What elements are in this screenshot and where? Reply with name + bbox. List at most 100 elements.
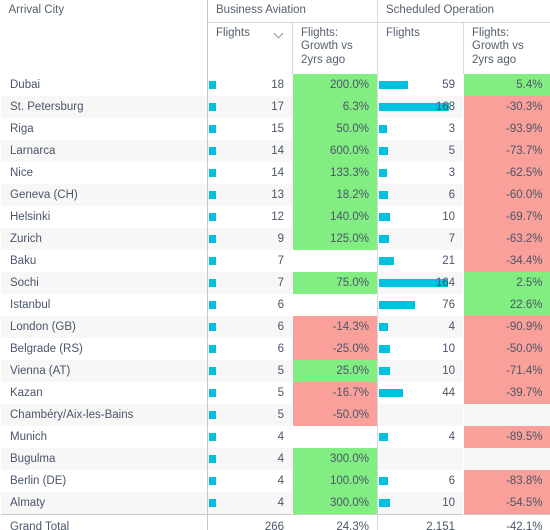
flight-count: 5 [277, 409, 284, 421]
cell-ba-flights: 6 [207, 338, 293, 360]
cell-arrival-city[interactable]: Berlin (DE) [0, 470, 208, 492]
cell-ba-flights: 4 [207, 448, 293, 470]
flight-count: 18 [271, 79, 284, 91]
cell-arrival-city[interactable]: Larnarca [0, 140, 208, 162]
cell-arrival-city[interactable]: Nice [0, 162, 208, 184]
table-row: Baku 7 21 -34.4% [0, 250, 550, 272]
cell-arrival-city[interactable]: Zurich [0, 228, 208, 250]
flight-count: 59 [442, 79, 455, 91]
group-label-scheduled-operation: Scheduled Operation [386, 4, 495, 16]
cell-arrival-city[interactable]: St. Petersburg [0, 96, 208, 118]
cell-so-growth: -89.5% [463, 426, 550, 448]
flight-count: 168 [435, 101, 455, 113]
value-bar [379, 433, 388, 441]
cell-ba-growth: 75.0% [292, 272, 378, 294]
group-header-business-aviation[interactable]: Business Aviation [207, 0, 378, 23]
flight-count: 4 [277, 431, 284, 443]
value-bar [379, 257, 394, 265]
flight-count: 44 [442, 387, 455, 399]
table-row: Berlin (DE) 4 100.0% 6 -83.8% [0, 470, 550, 492]
table-row: Belgrade (RS) 6 -25.0% 10 -50.0% [0, 338, 550, 360]
table-row: Zurich 9 125.0% 7 -63.2% [0, 228, 550, 250]
cell-ba-flights: 14 [207, 162, 293, 184]
value-bar [209, 433, 216, 441]
cell-arrival-city[interactable]: Vienna (AT) [0, 360, 208, 382]
table-row: Chambéry/Aix-les-Bains 5 -50.0% [0, 404, 550, 426]
cell-ba-growth: -16.7% [292, 382, 378, 404]
cell-so-flights: 10 [377, 360, 464, 382]
flight-count: 17 [271, 101, 284, 113]
flight-count: 4 [448, 431, 455, 443]
flight-count: 7 [448, 233, 455, 245]
value-bar [379, 323, 388, 331]
flight-count: 3 [448, 123, 455, 135]
column-header-ba-growth[interactable]: Flights: Growth vs 2yrs ago [292, 22, 378, 74]
cell-arrival-city[interactable]: Munich [0, 426, 208, 448]
cell-arrival-city[interactable]: Bugulma [0, 448, 208, 470]
table-row: Larnarca 14 600.0% 5 -73.7% [0, 140, 550, 162]
cell-arrival-city[interactable]: Baku [0, 250, 208, 272]
cell-so-growth: 22.6% [463, 294, 550, 316]
cell-so-growth: -83.8% [463, 470, 550, 492]
table-row: Geneva (CH) 13 18.2% 6 -60.0% [0, 184, 550, 206]
column-label-so-flights: Flights [386, 26, 420, 39]
table-row: Bugulma 4 300.0% [0, 448, 550, 470]
table-row: St. Petersburg 17 6.3% 168 -30.3% [0, 96, 550, 118]
cell-ba-growth: 600.0% [292, 140, 378, 162]
cell-arrival-city[interactable]: Kazan [0, 382, 208, 404]
value-bar [209, 103, 216, 111]
cell-arrival-city[interactable]: Helsinki [0, 206, 208, 228]
flight-count: 15 [271, 123, 284, 135]
group-header-scheduled-operation[interactable]: Scheduled Operation [377, 0, 550, 23]
cell-so-growth: -34.4% [463, 250, 550, 272]
cell-ba-growth: 25.0% [292, 360, 378, 382]
flight-count: 5 [448, 145, 455, 157]
cell-so-flights: 5 [377, 140, 464, 162]
cell-ba-growth: 50.0% [292, 118, 378, 140]
column-header-so-growth[interactable]: Flights: Growth vs 2yrs ago [463, 22, 550, 74]
cell-arrival-city[interactable]: Belgrade (RS) [0, 338, 208, 360]
cell-so-growth: -60.0% [463, 184, 550, 206]
flight-count: 7 [277, 277, 284, 289]
cell-arrival-city[interactable]: Almaty [0, 492, 208, 515]
cell-so-growth: -73.7% [463, 140, 550, 162]
row-header-label: Arrival City [8, 4, 65, 16]
value-bar [209, 345, 216, 353]
cell-arrival-city[interactable]: London (GB) [0, 316, 208, 338]
value-bar [209, 279, 216, 287]
cell-so-growth: 5.4% [463, 74, 550, 96]
cell-so-flights: 6 [377, 184, 464, 206]
table-row: Riga 15 50.0% 3 -93.9% [0, 118, 550, 140]
cell-so-flights: 7 [377, 228, 464, 250]
cell-arrival-city[interactable]: Chambéry/Aix-les-Bains [0, 404, 208, 426]
value-bar [379, 191, 388, 199]
column-label-so-growth: Flights: Growth vs 2yrs ago [472, 26, 524, 66]
cell-arrival-city[interactable]: Istanbul [0, 294, 208, 316]
cell-ba-growth: 300.0% [292, 492, 378, 515]
cell-ba-flights: 17 [207, 96, 293, 118]
cell-arrival-city[interactable]: Sochi [0, 272, 208, 294]
value-bar [379, 147, 388, 155]
flight-count: 12 [271, 211, 284, 223]
cell-arrival-city[interactable]: Dubai [0, 74, 208, 96]
flight-count: 14 [271, 145, 284, 157]
chevron-down-icon[interactable] [275, 30, 284, 36]
value-bar [379, 477, 388, 485]
cell-ba-growth: -25.0% [292, 338, 378, 360]
cell-arrival-city[interactable]: Geneva (CH) [0, 184, 208, 206]
cell-ba-growth: 100.0% [292, 470, 378, 492]
pivot-table: Arrival City Business Aviation Scheduled… [0, 0, 550, 530]
column-header-so-flights[interactable]: Flights [377, 22, 464, 74]
table-row: Kazan 5 -16.7% 44 -39.7% [0, 382, 550, 404]
column-header-ba-flights[interactable]: Flights [207, 22, 293, 74]
cell-so-flights: 59 [377, 74, 464, 96]
cell-arrival-city[interactable]: Riga [0, 118, 208, 140]
cell-so-growth [463, 448, 550, 470]
value-bar [209, 125, 216, 133]
grand-total-so-growth: -42.1% [463, 514, 550, 530]
row-header-arrival-city[interactable]: Arrival City [0, 0, 208, 74]
cell-so-growth: -30.3% [463, 96, 550, 118]
value-bar [209, 257, 216, 265]
cell-so-growth: -90.9% [463, 316, 550, 338]
group-header-row: Arrival City Business Aviation Scheduled… [0, 0, 550, 74]
